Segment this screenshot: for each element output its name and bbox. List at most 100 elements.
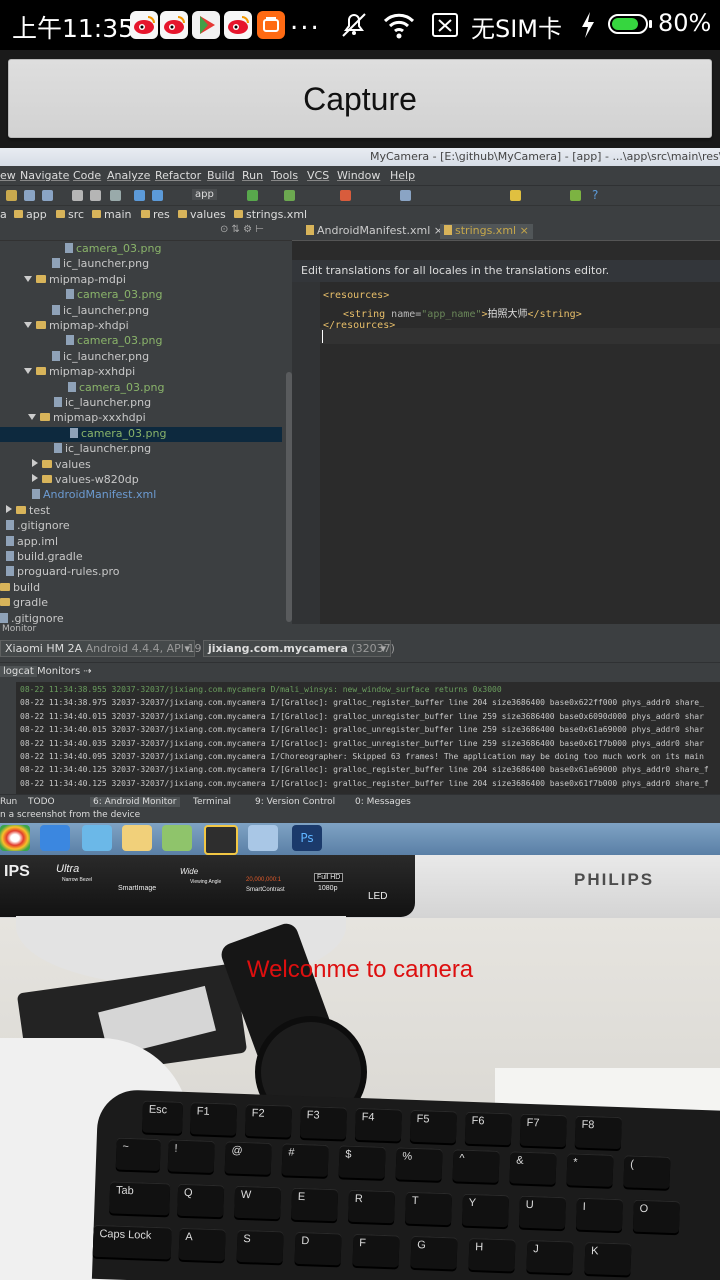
battery-percent: 80% (658, 9, 712, 37)
tree-row: camera_03.png (66, 288, 162, 303)
code-line: <string name="app_name">拍照大师</string> (343, 309, 582, 320)
editor-tab-active: strings.xml × (440, 224, 533, 239)
tree-label: ic_launcher.png (63, 303, 150, 317)
tree-row: test (6, 504, 50, 519)
keyboard-key: F7 (519, 1113, 567, 1148)
windows-taskbar: Ps (0, 823, 720, 855)
tool-window-tabs: Run TODO 6: Android Monitor Terminal 9: … (0, 794, 720, 811)
cut-icon (72, 190, 83, 201)
keyboard-key: Caps Lock (92, 1224, 172, 1260)
tree-label: ic_launcher.png (63, 349, 150, 363)
tree-label: .gitignore (17, 519, 70, 533)
keyboard-key: D (294, 1231, 342, 1266)
monitor-logo-strip: IPS Ultra Narrow Bezel SmartImage Wide V… (0, 855, 415, 917)
logcat-tab: logcat (0, 666, 37, 677)
capture-button[interactable]: Capture (8, 59, 712, 138)
keyboard-key: T (404, 1191, 453, 1226)
smartimage-logo: SmartImage (118, 885, 157, 892)
keyboard-key: Y (461, 1193, 510, 1228)
smartcontrast-logo: SmartContrast (246, 887, 285, 893)
forward-icon (152, 190, 163, 201)
tree-row: camera_03.png (68, 381, 164, 396)
ultra-sub: Narrow Bezel (62, 877, 93, 883)
tree-label: camera_03.png (76, 242, 162, 255)
keyboard-key: I (575, 1197, 623, 1232)
keyboard-key: Tab (109, 1181, 171, 1216)
run-icon (247, 190, 258, 201)
editor: AndroidManifest.xml × strings.xml × Edit… (292, 222, 720, 624)
battery-tip (649, 20, 652, 28)
tree-label: mipmap-xxhdpi (49, 365, 136, 379)
keyboard-key: H (468, 1237, 516, 1272)
app-icon (82, 825, 112, 851)
find-icon (110, 190, 121, 201)
process-dropdown: jixiang.com.mycamera (32037) ▾ (203, 640, 395, 657)
tree-label: mipmap-xhdpi (49, 319, 129, 332)
editor-tabs: AndroidManifest.xml × strings.xml × (292, 222, 720, 241)
file-icon (32, 489, 40, 500)
tree-row: camera_03.png (65, 242, 161, 257)
camera-preview[interactable]: MyCamera - [E:\github\MyCamera] - [app] … (0, 148, 720, 1280)
breadcrumb-item: res (141, 208, 170, 221)
keyboard-key: ( (623, 1155, 671, 1189)
ide-titlebar: MyCamera - [E:\github\MyCamera] - [app] … (0, 148, 720, 166)
keyboard-key: S (236, 1229, 284, 1264)
folder-icon (0, 598, 10, 607)
file-icon (66, 289, 74, 300)
wide-logo: Wide (180, 867, 199, 876)
folder-icon (6, 190, 17, 201)
welcome-text: Welconme to camera (246, 956, 474, 983)
wide-sub: Viewing Angle (190, 879, 222, 885)
play-store-icon (192, 11, 220, 39)
sdk-manager-icon (400, 190, 411, 201)
log-line: 08-22 11:34:38.955 32037-32037/jixiang.c… (20, 685, 502, 694)
charging-icon (578, 8, 598, 46)
file-icon (65, 243, 73, 253)
tree-label: mipmap-mdpi (49, 272, 126, 286)
menu-item: Window (337, 169, 381, 182)
tree-row: values-w820dp (32, 473, 139, 488)
ips-logo: IPS (4, 863, 30, 880)
philips-brand: PHILIPS (574, 870, 655, 889)
sim-status: 无SIM卡 (471, 15, 563, 43)
file-icon (54, 443, 62, 454)
menu-item: Run (242, 169, 264, 182)
tree-label: app.iml (17, 534, 59, 548)
menu-item: Refactor (155, 169, 202, 182)
keyboard-key: $ (338, 1145, 386, 1179)
tree-label: .gitignore (11, 611, 64, 625)
weibo-icon (224, 11, 252, 39)
device-row: Xiaomi HM 2A Android 4.4.4, API 19 ▾ jixi… (0, 636, 720, 662)
folder-icon (36, 274, 46, 283)
chrome-icon (0, 825, 30, 851)
keyboard-key: * (566, 1153, 614, 1187)
tree-row: mipmap-xhdpi (24, 319, 129, 334)
wifi-icon (382, 8, 416, 46)
file-icon (70, 427, 78, 438)
tree-label: proguard-rules.pro (17, 565, 120, 579)
breadcrumb-item: src (56, 208, 84, 221)
project-panel: ⊙ ⇅ ⚙ ⊢ camera_03.png ic_launcher.png mipm… (0, 222, 293, 625)
fullhd-logo: Full HD (314, 873, 344, 882)
ide-screen: MyCamera - [E:\github\MyCamera] - [app] … (0, 148, 720, 823)
tree-row: ic_launcher.png (54, 396, 151, 411)
tree-row: build (0, 581, 40, 596)
help-icon: ? (592, 188, 599, 202)
tool-tab: TODO (28, 797, 55, 807)
tool-tab: Terminal (193, 797, 232, 807)
keyboard-key: W (234, 1185, 282, 1220)
tool-tab: 9: Version Control (255, 797, 336, 807)
tree-row: mipmap-xxxhdpi (28, 411, 146, 426)
status-bar: 上午11:35 ... 无SIM卡 80% (0, 0, 720, 50)
code-line: <resources> (323, 290, 390, 301)
device-dropdown: Xiaomi HM 2A Android 4.4.4, API 19 ▾ (0, 640, 202, 657)
breadcrumb: a app src main res values strings.xml (0, 205, 720, 223)
keyboard-key: F (352, 1233, 400, 1268)
no-sim-icon (430, 8, 460, 46)
menu-item: Code (73, 169, 102, 182)
keyboard-key: A (178, 1227, 226, 1262)
save-icon (24, 190, 35, 201)
keyboard-key: J (526, 1239, 574, 1274)
keyboard-key: F2 (244, 1104, 293, 1138)
log-line: 08-22 11:34:40.015 32037-32037/jixiang.c… (20, 725, 704, 735)
